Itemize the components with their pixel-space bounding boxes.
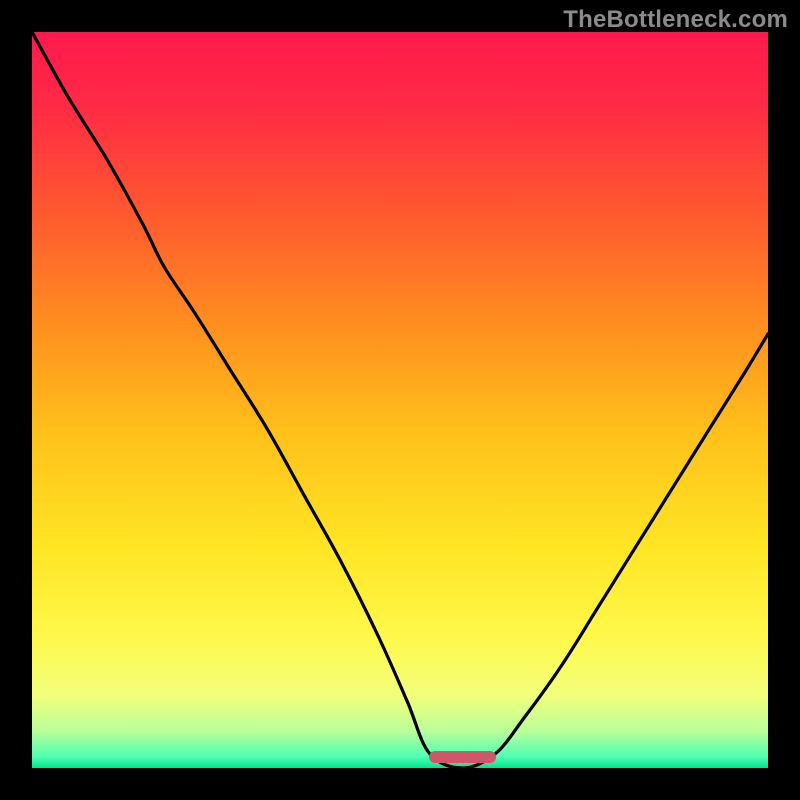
watermark-text: TheBottleneck.com xyxy=(563,6,788,34)
optimal-marker xyxy=(429,751,495,763)
bottleneck-curve xyxy=(32,32,768,768)
chart-frame: TheBottleneck.com xyxy=(0,0,800,800)
plot-area xyxy=(32,32,768,768)
